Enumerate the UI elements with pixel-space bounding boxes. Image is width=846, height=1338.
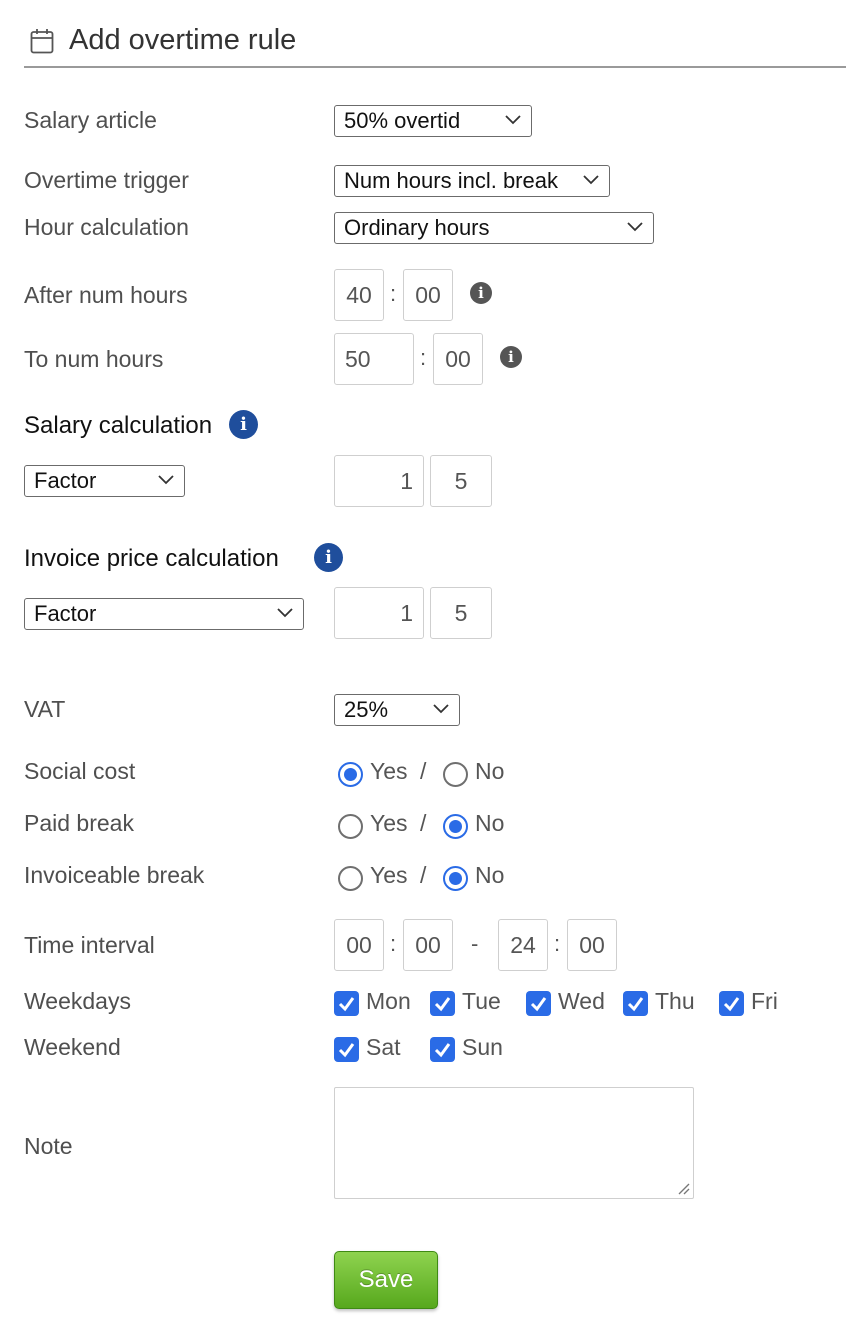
interval-to-minutes-input[interactable]: 00 (567, 919, 617, 971)
social-cost-label: Social cost (24, 758, 136, 784)
social-cost-no-radio[interactable] (443, 762, 468, 787)
time-colon: : (420, 345, 427, 370)
invoice-calculation-method: Factor (34, 601, 97, 626)
after-hours-input[interactable]: 40 (334, 269, 384, 321)
chevron-down-icon (505, 115, 521, 125)
salary-factor-whole-input[interactable]: 1 (334, 455, 424, 507)
interval-to-hours-input[interactable]: 24 (498, 919, 548, 971)
salary-factor-fraction-input[interactable]: 5 (430, 455, 492, 507)
option-separator: / (420, 810, 427, 836)
invoiceable-break-no-radio[interactable] (443, 866, 468, 891)
page-title: Add overtime rule (69, 24, 297, 56)
weekday-fri-checkbox[interactable] (719, 991, 744, 1016)
weekday-tue-label: Tue (462, 988, 501, 1014)
social-cost-yes-radio[interactable] (338, 762, 363, 787)
interval-from-hours-input[interactable]: 00 (334, 919, 384, 971)
weekday-mon-label: Mon (366, 988, 411, 1014)
paid-break-label: Paid break (24, 810, 134, 836)
weekday-wed-label: Wed (558, 988, 605, 1014)
vat-select[interactable]: 25% (334, 694, 460, 726)
interval-from-minutes-input[interactable]: 00 (403, 919, 453, 971)
hour-calculation-select[interactable]: Ordinary hours (334, 212, 654, 244)
hour-calculation-label: Hour calculation (24, 214, 189, 240)
invoice-price-calculation-heading: Invoice price calculation (24, 545, 279, 572)
no-option-label: No (475, 862, 505, 888)
invoice-factor-fraction-input[interactable]: 5 (430, 587, 492, 639)
salary-article-value: 50% overtid (344, 108, 461, 133)
save-button[interactable]: Save (334, 1251, 438, 1309)
salary-calculation-select[interactable]: Factor (24, 465, 185, 497)
salary-article-label: Salary article (24, 107, 157, 133)
yes-option-label: Yes (370, 810, 408, 836)
yes-option-label: Yes (370, 758, 408, 784)
chevron-down-icon (433, 704, 449, 714)
time-interval-label: Time interval (24, 932, 155, 958)
invoice-calculation-select[interactable]: Factor (24, 598, 304, 630)
salary-article-select[interactable]: 50% overtid (334, 105, 532, 137)
resize-handle-icon[interactable] (676, 1181, 690, 1195)
weekend-label: Weekend (24, 1034, 121, 1060)
overtime-trigger-value: Num hours incl. break (344, 168, 558, 193)
no-option-label: No (475, 758, 505, 784)
salary-calculation-heading: Salary calculation (24, 412, 213, 439)
weekday-tue-checkbox[interactable] (430, 991, 455, 1016)
to-num-hours-label: To num hours (24, 346, 164, 372)
weekend-sat-checkbox[interactable] (334, 1037, 359, 1062)
vat-label: VAT (24, 696, 66, 722)
salary-calculation-method: Factor (34, 468, 97, 493)
time-colon: : (554, 931, 561, 956)
overtime-trigger-label: Overtime trigger (24, 167, 189, 193)
weekend-sat-label: Sat (366, 1034, 401, 1060)
info-icon[interactable]: i (314, 543, 343, 572)
invoice-factor-whole-input[interactable]: 1 (334, 587, 424, 639)
vat-value: 25% (344, 697, 389, 722)
chevron-down-icon (583, 175, 599, 185)
option-separator: / (420, 758, 427, 784)
note-textarea[interactable] (334, 1087, 694, 1199)
invoiceable-break-label: Invoiceable break (24, 862, 205, 888)
weekday-mon-checkbox[interactable] (334, 991, 359, 1016)
weekend-sun-label: Sun (462, 1034, 503, 1060)
hour-calculation-value: Ordinary hours (344, 215, 490, 240)
option-separator: / (420, 862, 427, 888)
calendar-icon (30, 29, 54, 54)
weekday-wed-checkbox[interactable] (526, 991, 551, 1016)
info-icon[interactable]: i (500, 346, 522, 368)
time-colon: : (390, 931, 397, 956)
invoiceable-break-yes-radio[interactable] (338, 866, 363, 891)
note-label: Note (24, 1133, 73, 1159)
info-icon[interactable]: i (470, 282, 492, 304)
weekdays-label: Weekdays (24, 988, 131, 1014)
after-minutes-input[interactable]: 00 (403, 269, 453, 321)
weekend-sun-checkbox[interactable] (430, 1037, 455, 1062)
no-option-label: No (475, 810, 505, 836)
weekday-thu-checkbox[interactable] (623, 991, 648, 1016)
chevron-down-icon (158, 475, 174, 485)
chevron-down-icon (627, 222, 643, 232)
time-colon: : (390, 281, 397, 306)
to-minutes-input[interactable]: 00 (433, 333, 483, 385)
weekday-fri-label: Fri (751, 988, 778, 1014)
to-hours-input[interactable]: 50 (334, 333, 414, 385)
info-icon[interactable]: i (229, 410, 258, 439)
interval-separator: - (471, 931, 479, 956)
weekday-thu-label: Thu (655, 988, 695, 1014)
paid-break-no-radio[interactable] (443, 814, 468, 839)
page-header: Add overtime rule (24, 18, 846, 68)
yes-option-label: Yes (370, 862, 408, 888)
chevron-down-icon (277, 608, 293, 618)
after-num-hours-label: After num hours (24, 282, 188, 308)
overtime-trigger-select[interactable]: Num hours incl. break (334, 165, 610, 197)
paid-break-yes-radio[interactable] (338, 814, 363, 839)
